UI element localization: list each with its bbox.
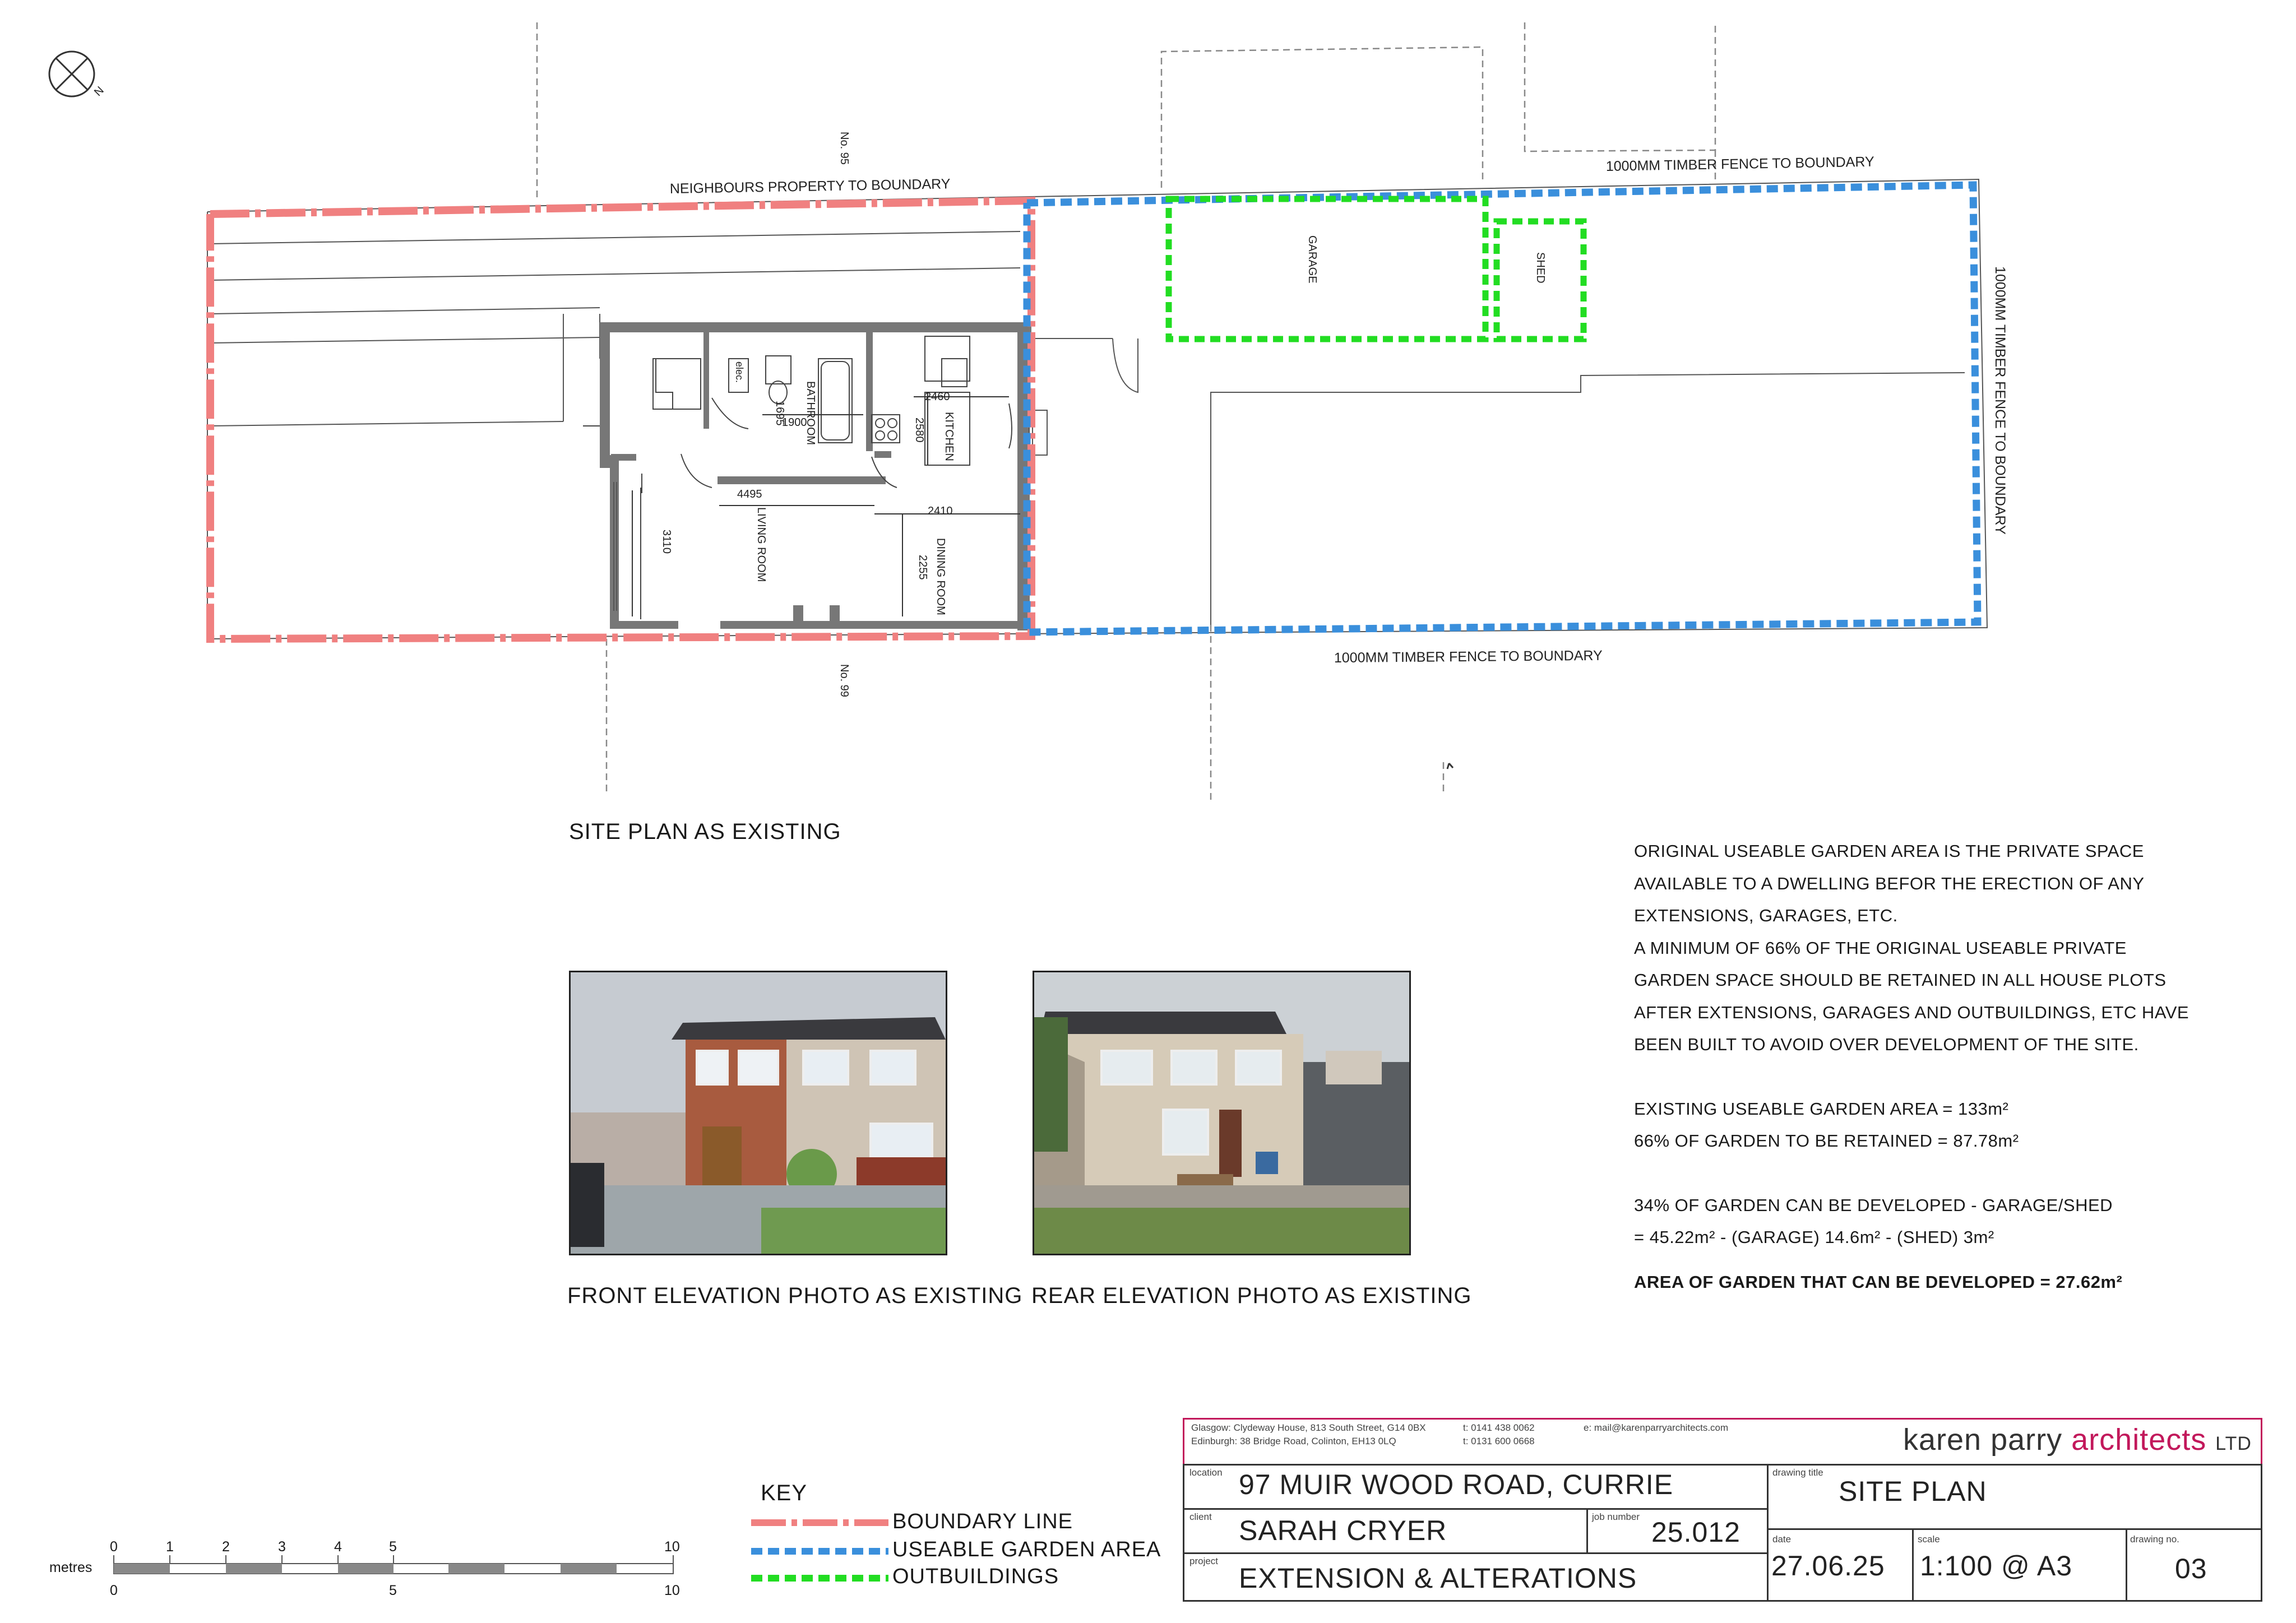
scale-tick-5: 5 — [389, 1539, 397, 1555]
tb-scale-value: 1:100 @ A3 — [1920, 1550, 2073, 1582]
scale-bottom-tick-0: 0 — [110, 1583, 118, 1598]
house-floor-plan — [583, 322, 1048, 630]
tb-job-value: 25.012 — [1651, 1517, 1740, 1548]
label-garage: GARAGE — [1306, 235, 1318, 284]
dim-2580: 2580 — [913, 418, 925, 443]
brand-accent: architects — [2071, 1423, 2207, 1457]
site-plan-drawing: N NEIGHBOURS PROPERTY TO BOUNDARY 1000MM… — [48, 22, 2008, 801]
label-fence-right: 1000MM TIMBER FENCE TO BOUNDARY — [1992, 266, 2008, 535]
tb-project-label: project — [1189, 1556, 1219, 1566]
label-elec: elec. — [734, 361, 745, 383]
dim-2410: 2410 — [928, 505, 953, 517]
scale-tick-2: 2 — [222, 1539, 230, 1555]
label-no-99: No. 99 — [838, 664, 850, 697]
scale-tick-10: 10 — [664, 1539, 680, 1555]
key-title: KEY — [761, 1481, 808, 1505]
label-neighbours-boundary: NEIGHBOURS PROPERTY TO BOUNDARY — [670, 176, 951, 197]
scale-tick-4: 4 — [334, 1539, 342, 1555]
rear-photo-caption: REAR ELEVATION PHOTO AS EXISTING — [1031, 1283, 1472, 1308]
front-photo-caption: FRONT ELEVATION PHOTO AS EXISTING — [567, 1283, 1023, 1308]
key-label-useable-garden: USEABLE GARDEN AREA — [892, 1538, 1161, 1561]
scale-bottom-tick-10: 10 — [664, 1583, 680, 1598]
dim-2255: 2255 — [916, 555, 929, 580]
note-developable-2: = 45.22m² - (GARAGE) 14.6m² - (SHED) 3m² — [1634, 1227, 1994, 1247]
tb-drawing-no-label: drawing no. — [2130, 1534, 2179, 1545]
neighbour-outlines — [536, 22, 1716, 801]
tb-client-label: client — [1189, 1511, 1212, 1522]
tb-drawing-no-value: 03 — [2175, 1553, 2207, 1584]
label-fence-top: 1000MM TIMBER FENCE TO BOUNDARY — [1606, 154, 1875, 174]
tb-job-label: job number — [1592, 1511, 1640, 1522]
scale-tick-3: 3 — [278, 1539, 286, 1555]
label-dining-room: DINING ROOM — [934, 538, 947, 615]
tb-email: e: mail@karenparryarchitects.com — [1584, 1422, 1729, 1433]
brand-logo: karen parry architects LTD — [1903, 1422, 2252, 1457]
label-shed: SHED — [1534, 252, 1547, 284]
tb-phone-2: t: 0131 600 0668 — [1463, 1436, 1535, 1446]
label-kitchen: KITCHEN — [943, 412, 955, 461]
tb-drawing-title-label: drawing title — [1772, 1467, 1823, 1478]
brand-name: karen parry — [1903, 1423, 2063, 1457]
useable-garden-area — [1023, 181, 1982, 636]
north-arrow-icon: N — [48, 50, 107, 99]
garage-outbuilding — [1165, 196, 1489, 342]
tb-date-label: date — [1772, 1534, 1792, 1545]
note-developable-1: 34% OF GARDEN CAN BE DEVELOPED - GARAGE/… — [1634, 1195, 2113, 1215]
rear-elevation-photo — [1033, 971, 1411, 1255]
label-no-95: No. 95 — [838, 132, 850, 165]
site-plan-title: SITE PLAN AS EXISTING — [569, 819, 841, 844]
scale-unit-label: metres — [49, 1560, 92, 1575]
scale-tick-1: 1 — [166, 1539, 174, 1555]
note-existing-area: EXISTING USEABLE GARDEN AREA = 133m² — [1634, 1098, 2009, 1119]
dim-4495: 4495 — [737, 488, 762, 500]
key-label-boundary: BOUNDARY LINE — [892, 1510, 1073, 1533]
label-bathroom: BATHROOM — [804, 381, 817, 445]
plot-outline — [207, 178, 1988, 640]
scale-bottom-tick-5: 5 — [389, 1583, 397, 1598]
tb-date-value: 27.06.25 — [1771, 1550, 1885, 1582]
tb-location-value: 97 MUIR WOOD ROAD, CURRIE — [1239, 1469, 1674, 1500]
scale-tick-0: 0 — [110, 1539, 118, 1555]
tb-office-1: Glasgow: Clydeway House, 813 South Stree… — [1191, 1422, 1426, 1433]
tb-drawing-title-value: SITE PLAN — [1839, 1476, 1987, 1507]
label-fence-bottom: 1000MM TIMBER FENCE TO BOUNDARY — [1334, 648, 1603, 666]
tb-phone-1: t: 0141 438 0062 — [1463, 1422, 1535, 1433]
tb-client-value: SARAH CRYER — [1239, 1515, 1447, 1546]
dimension-lines — [632, 392, 1020, 616]
dim-2460: 2460 — [925, 391, 950, 403]
tb-office-2: Edinburgh: 38 Bridge Road, Colinton, EH1… — [1191, 1436, 1396, 1446]
compass-north-letter: N — [92, 84, 107, 99]
tb-scale-label: scale — [1918, 1534, 1940, 1545]
dim-1900: 1900 — [782, 416, 807, 429]
note-paragraph-1: ORIGINAL USEABLE GARDEN AREA IS THE PRIV… — [1634, 841, 2144, 925]
brand-suffix: LTD — [2215, 1433, 2252, 1454]
label-living-room: LIVING ROOM — [755, 507, 767, 582]
note-paragraph-2: A MINIMUM OF 66% OF THE ORIGINAL USEABLE… — [1634, 938, 2189, 1055]
garden-notes: ORIGINAL USEABLE GARDEN AREA IS THE PRIV… — [1634, 835, 2195, 1298]
key-label-outbuildings: OUTBUILDINGS — [892, 1565, 1059, 1588]
note-retained: 66% OF GARDEN TO BE RETAINED = 87.78m² — [1634, 1131, 2019, 1151]
front-elevation-photo — [569, 971, 947, 1255]
boundary-line — [206, 196, 1035, 643]
note-result: AREA OF GARDEN THAT CAN BE DEVELOPED = 2… — [1634, 1272, 2123, 1292]
dim-3110: 3110 — [660, 530, 673, 554]
tb-location-label: location — [1189, 1467, 1223, 1478]
tb-project-value: EXTENSION & ALTERATIONS — [1239, 1562, 1637, 1594]
